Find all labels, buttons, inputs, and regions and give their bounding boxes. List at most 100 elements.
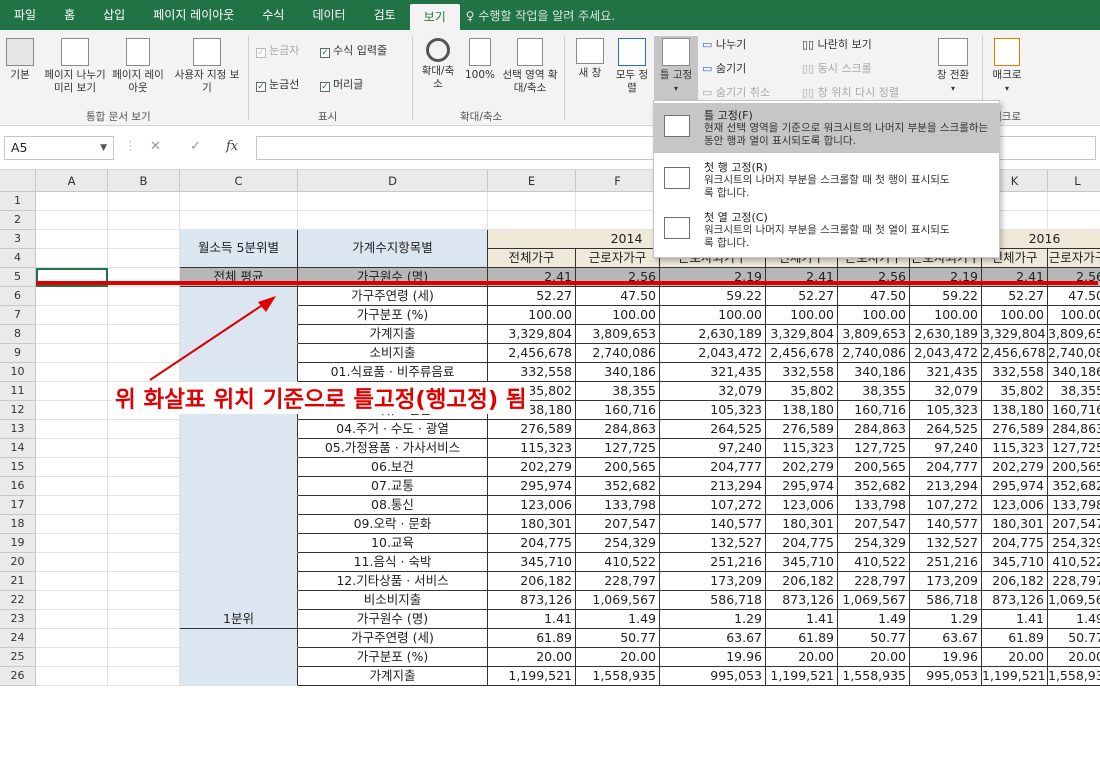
grid-cell[interactable] <box>36 249 108 268</box>
tab-3[interactable]: 페이지 레이아웃 <box>139 0 248 30</box>
quintile-cell[interactable] <box>180 515 298 534</box>
value-cell[interactable]: 160,716 <box>576 401 660 420</box>
value-cell[interactable]: 284,863 <box>576 420 660 439</box>
confirm-icon[interactable]: ✓ <box>190 139 201 154</box>
quintile-cell[interactable] <box>180 572 298 591</box>
value-cell[interactable]: 200,565 <box>576 458 660 477</box>
menu-item-freeze-first-column[interactable]: 첫 열 고정(C) 워크시트의 나머지 부분을 스크롤할 때 첫 열이 표시되도… <box>654 205 999 255</box>
value-cell[interactable]: 3,809,653 <box>576 325 660 344</box>
value-cell[interactable]: 873,126 <box>982 591 1048 610</box>
unhide-button[interactable]: ▭ 숨기기 취소 <box>702 84 770 100</box>
value-cell[interactable]: 204,777 <box>910 458 982 477</box>
value-cell[interactable]: 213,294 <box>660 477 766 496</box>
value-cell[interactable]: 352,682 <box>576 477 660 496</box>
value-cell[interactable]: 38,355 <box>838 382 910 401</box>
grid-cell[interactable] <box>108 515 180 534</box>
value-cell[interactable]: 873,126 <box>766 591 838 610</box>
value-cell[interactable]: 254,329 <box>576 534 660 553</box>
value-cell[interactable]: 2.41 <box>982 268 1048 287</box>
column-header-E[interactable]: E <box>488 170 576 192</box>
value-cell[interactable]: 264,525 <box>910 420 982 439</box>
gridlines-checkbox[interactable]: ✓ 눈금선 <box>256 76 299 92</box>
grid-cell[interactable] <box>36 439 108 458</box>
value-cell[interactable]: 32,079 <box>910 382 982 401</box>
row-header[interactable]: 6 <box>0 287 36 306</box>
value-cell[interactable]: 340,186 <box>838 363 910 382</box>
value-cell[interactable]: 2.19 <box>660 268 766 287</box>
tab-0[interactable]: 파일 <box>0 0 50 30</box>
item-label-cell[interactable]: 04.주거 · 수도 · 광열 <box>298 420 488 439</box>
ruler-checkbox[interactable]: ✓ 눈금자 <box>256 42 299 58</box>
row-header[interactable]: 26 <box>0 667 36 686</box>
value-cell[interactable]: 47.50 <box>1048 287 1100 306</box>
value-cell[interactable]: 1.29 <box>910 610 982 629</box>
grid-cell[interactable] <box>108 363 180 382</box>
value-cell[interactable]: 20.00 <box>1048 648 1100 667</box>
quintile-cell[interactable] <box>180 667 298 686</box>
value-cell[interactable]: 47.50 <box>838 287 910 306</box>
grid-cell[interactable] <box>108 477 180 496</box>
row-header[interactable]: 12 <box>0 401 36 420</box>
split-button[interactable]: ▭ 나누기 <box>702 36 746 52</box>
value-cell[interactable]: 160,716 <box>1048 401 1100 420</box>
grid-cell[interactable] <box>298 192 488 211</box>
value-cell[interactable]: 20.00 <box>982 648 1048 667</box>
value-cell[interactable]: 1.49 <box>838 610 910 629</box>
hide-button[interactable]: ▭ 숨기기 <box>702 60 746 76</box>
grid-cell[interactable] <box>36 496 108 515</box>
value-cell[interactable]: 207,547 <box>1048 515 1100 534</box>
formula-bar-checkbox[interactable]: ✓ 수식 입력줄 <box>320 42 387 58</box>
item-label-cell[interactable]: 11.음식 · 숙박 <box>298 553 488 572</box>
value-cell[interactable]: 200,565 <box>1048 458 1100 477</box>
column-header-B[interactable]: B <box>108 170 180 192</box>
value-cell[interactable]: 123,006 <box>488 496 576 515</box>
value-cell[interactable]: 180,301 <box>766 515 838 534</box>
value-cell[interactable]: 204,775 <box>766 534 838 553</box>
grid-cell[interactable] <box>36 306 108 325</box>
grid-cell[interactable] <box>108 192 180 211</box>
grid-cell[interactable] <box>576 211 660 230</box>
quintile-cell[interactable] <box>180 458 298 477</box>
value-cell[interactable]: 2.41 <box>766 268 838 287</box>
value-cell[interactable]: 140,577 <box>910 515 982 534</box>
value-cell[interactable]: 63.67 <box>910 629 982 648</box>
quintile-cell[interactable] <box>180 648 298 667</box>
value-cell[interactable]: 410,522 <box>576 553 660 572</box>
value-cell[interactable]: 19.96 <box>660 648 766 667</box>
value-cell[interactable]: 254,329 <box>838 534 910 553</box>
row-header[interactable]: 1 <box>0 192 36 211</box>
grid-cell[interactable] <box>108 496 180 515</box>
value-cell[interactable]: 132,527 <box>910 534 982 553</box>
value-cell[interactable]: 332,558 <box>488 363 576 382</box>
quintile-cell[interactable] <box>180 363 298 382</box>
value-cell[interactable]: 206,182 <box>766 572 838 591</box>
value-cell[interactable]: 38,355 <box>576 382 660 401</box>
tab-1[interactable]: 홈 <box>50 0 89 30</box>
item-label-cell[interactable]: 가구주연령 (세) <box>298 287 488 306</box>
value-cell[interactable]: 35,802 <box>766 382 838 401</box>
value-cell[interactable]: 2,456,678 <box>488 344 576 363</box>
row-header[interactable]: 7 <box>0 306 36 325</box>
value-cell[interactable]: 59.22 <box>910 287 982 306</box>
custom-views-button[interactable]: 사용자 지정 보기 <box>172 38 242 95</box>
value-cell[interactable]: 1,558,935 <box>576 667 660 686</box>
quintile-cell[interactable] <box>180 496 298 515</box>
value-cell[interactable]: 2.56 <box>1048 268 1100 287</box>
row-header[interactable]: 5 <box>0 268 36 287</box>
grid-cell[interactable] <box>36 553 108 572</box>
grid-cell[interactable] <box>36 572 108 591</box>
select-all-corner[interactable] <box>0 170 36 192</box>
item-label-cell[interactable]: 06.보건 <box>298 458 488 477</box>
grid-cell[interactable] <box>36 477 108 496</box>
value-cell[interactable]: 2,740,086 <box>1048 344 1100 363</box>
quintile-cell[interactable] <box>180 325 298 344</box>
grid-cell[interactable] <box>108 458 180 477</box>
row-header[interactable]: 19 <box>0 534 36 553</box>
value-cell[interactable]: 1,069,567 <box>1048 591 1100 610</box>
quintile-cell[interactable] <box>180 534 298 553</box>
value-cell[interactable]: 206,182 <box>488 572 576 591</box>
item-label-cell[interactable]: 가구분포 (%) <box>298 306 488 325</box>
grid-cell[interactable] <box>36 420 108 439</box>
row-header[interactable]: 15 <box>0 458 36 477</box>
grid-cell[interactable] <box>108 325 180 344</box>
